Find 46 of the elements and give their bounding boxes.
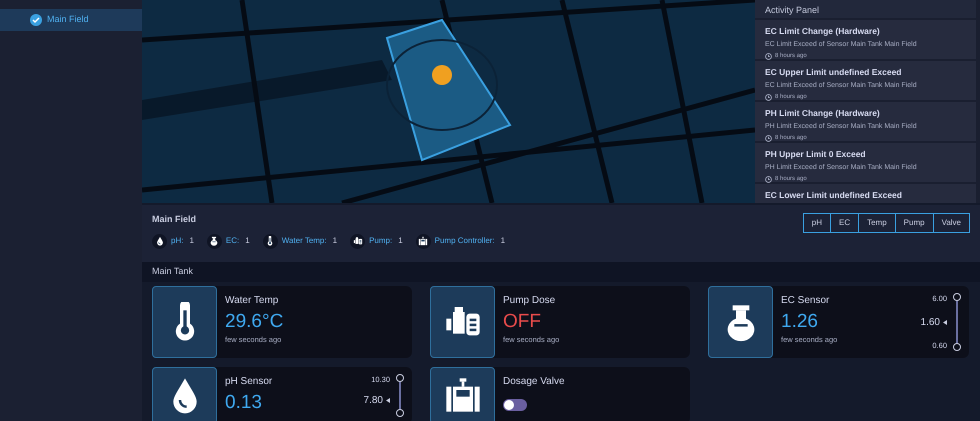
sensor-value: 29.6°C [225,310,284,334]
count-label: pH: [171,235,184,247]
activity-title: PH Upper Limit 0 Exceed [765,148,867,161]
field-title: Main Field [152,213,198,226]
count-label: Water Temp: [282,235,327,247]
range-slider[interactable] [396,374,404,416]
tank-title: Main Tank [142,262,980,282]
filter-button[interactable]: pH [802,213,831,233]
pointer-icon [386,398,390,404]
setpoint-value: 7.80 [364,394,383,408]
pointer-icon [943,320,947,324]
clock-icon [765,94,772,102]
check-icon [30,14,42,26]
count-value: 1 [332,235,338,247]
range-slider[interactable] [953,293,961,351]
sensor-title: Water Temp [225,294,280,308]
setpoint-value: 1.60 [920,316,940,330]
clock-icon [765,176,772,184]
toggle-switch[interactable] [503,399,527,411]
count-label: Pump: [369,235,392,247]
count-label: EC: [226,235,240,247]
activity-title: PH Limit Change (Hardware) [765,107,881,120]
sidebar-item[interactable]: Main Field [0,9,142,31]
sensor-title: pH Sensor [225,375,272,389]
sensor-title: EC Sensor [781,294,830,308]
sensor-value: 1.26 [781,310,819,334]
clock-icon [765,135,772,142]
filter-button[interactable]: Pump [894,213,934,233]
count-value: 1 [245,235,250,247]
sensor-title: Pump Dose [503,294,556,308]
sensor-value: OFF [503,310,542,334]
filter-button[interactable]: Temp [858,213,896,233]
activity-title: EC Limit Change (Hardware) [765,25,881,38]
sensor-value: 0.13 [225,391,263,415]
filter-button[interactable]: Valve [932,213,970,233]
activity-title: EC Lower Limit undefined Exceed [765,189,903,202]
count-value: 1 [398,235,403,247]
panel-title: Activity Panel [755,0,976,18]
activity-item[interactable]: EC Lower Limit undefined Exceed [755,184,976,203]
sensor-title: Dosage Valve [503,375,565,389]
activity-title: EC Upper Limit undefined Exceed [765,66,902,79]
count-label: Pump Controller: [434,235,495,247]
filter-button[interactable]: EC [830,213,860,233]
count-value: 1 [500,235,506,247]
clock-icon [765,53,772,60]
count-value: 1 [189,235,194,247]
